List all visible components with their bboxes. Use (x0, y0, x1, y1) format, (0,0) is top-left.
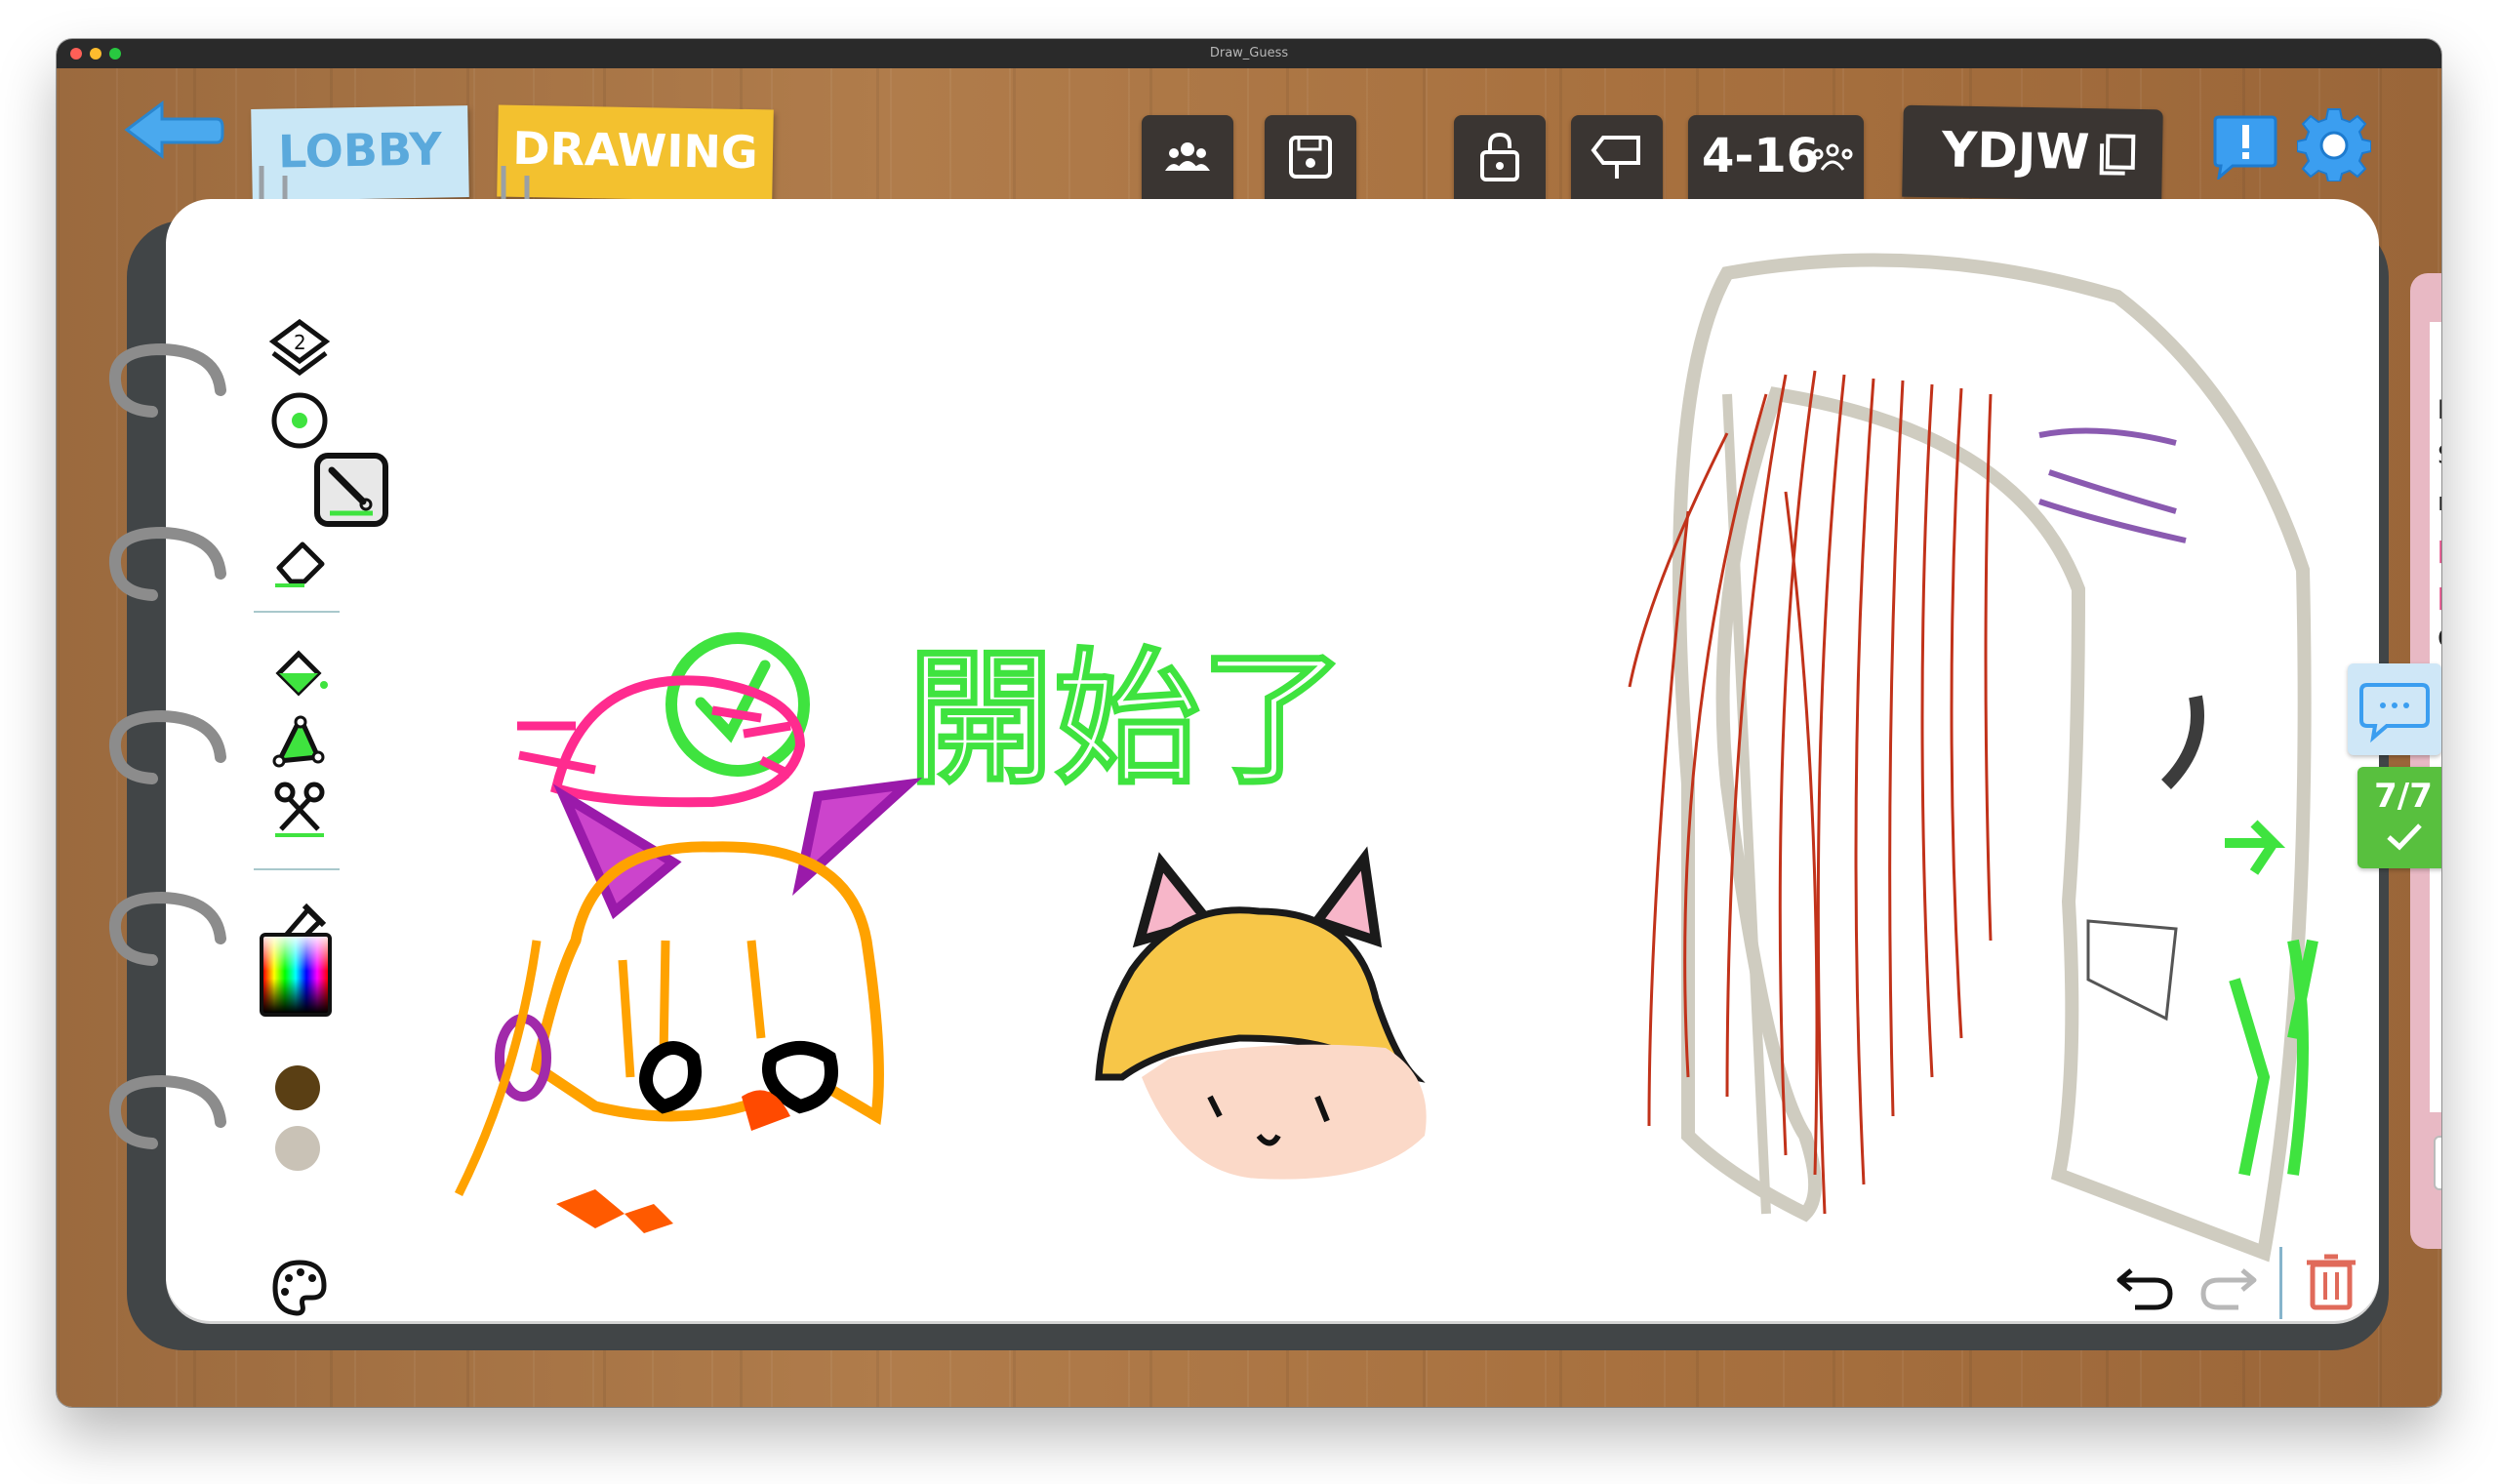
brush-size-icon (271, 392, 328, 449)
room-code: YDJW (1941, 121, 2091, 181)
players-icon (1165, 142, 1210, 171)
pen-icon (328, 466, 373, 516)
copy-icon[interactable] (2098, 132, 2138, 178)
chat-message: h (2438, 396, 2441, 425)
check-icon (2387, 823, 2422, 851)
palette-icon (272, 1260, 327, 1316)
eraser-icon (275, 541, 325, 587)
recent-color-swatch[interactable] (275, 1065, 320, 1110)
back-arrow-icon[interactable] (123, 98, 224, 162)
players-button[interactable] (1142, 115, 1233, 199)
tool-divider (254, 611, 340, 613)
lock-button[interactable] (1454, 115, 1546, 199)
shape-tool-button[interactable] (265, 708, 334, 777)
chat-toggle-button[interactable] (2348, 663, 2441, 755)
guess-count-badge: 7/7 (2357, 767, 2441, 868)
chat-message: S (2438, 441, 2441, 470)
chat-message: 開 (2438, 533, 2441, 569)
tab-drawing[interactable]: DRAWING (497, 104, 774, 202)
pen-tool-button[interactable] (314, 453, 388, 527)
toolbar-divider (2279, 1247, 2282, 1319)
eraser-tool-button[interactable] (265, 525, 334, 593)
hint-board-button[interactable] (1571, 115, 1663, 199)
save-icon (1289, 136, 1332, 179)
save-button[interactable] (1265, 115, 1356, 199)
fill-tool-button[interactable] (265, 640, 334, 708)
palette-button[interactable] (265, 1253, 334, 1321)
brush-size-button[interactable] (265, 386, 334, 455)
shape-icon (272, 715, 325, 768)
chat-input[interactable]: Ch (2434, 1136, 2441, 1190)
layers-button[interactable]: 2 (265, 314, 334, 382)
handwriting-text: 開始了 (907, 635, 1347, 805)
layer-count: 2 (294, 331, 306, 354)
symmetry-tool-button[interactable] (265, 777, 334, 845)
room-code-display[interactable]: YDJW (1902, 104, 2163, 202)
report-icon[interactable] (2211, 115, 2279, 180)
round-number: 4-16 (1702, 129, 1820, 183)
tool-divider (254, 868, 340, 870)
app-content: LOBBY DRAWING 4-16 YDJW 開始了 2 7/7 (57, 39, 2441, 1407)
undo-icon[interactable] (2115, 1251, 2176, 1311)
fill-bucket-icon (275, 650, 328, 697)
chat-message: m (2438, 488, 2441, 517)
layers-icon: 2 (268, 318, 331, 377)
color-spectrum[interactable] (260, 933, 332, 1017)
lock-icon (1480, 132, 1519, 181)
redo-icon[interactable] (2197, 1251, 2258, 1311)
signpost-icon (1591, 136, 1640, 179)
chat-message: 開 (2438, 580, 2441, 616)
symmetry-icon (274, 782, 325, 837)
round-indicator: 4-16 (1688, 115, 1864, 199)
canvas-drawing: 開始了 (454, 253, 2318, 1263)
recent-color-swatch[interactable] (275, 1126, 320, 1171)
gear-icon[interactable] (2297, 107, 2371, 181)
trash-icon[interactable] (2301, 1251, 2361, 1311)
guess-count: 7/7 (2374, 777, 2433, 816)
players-icon (1812, 143, 1853, 171)
chat-message: G (2438, 624, 2441, 654)
chat-bubble-icon (2359, 683, 2430, 743)
